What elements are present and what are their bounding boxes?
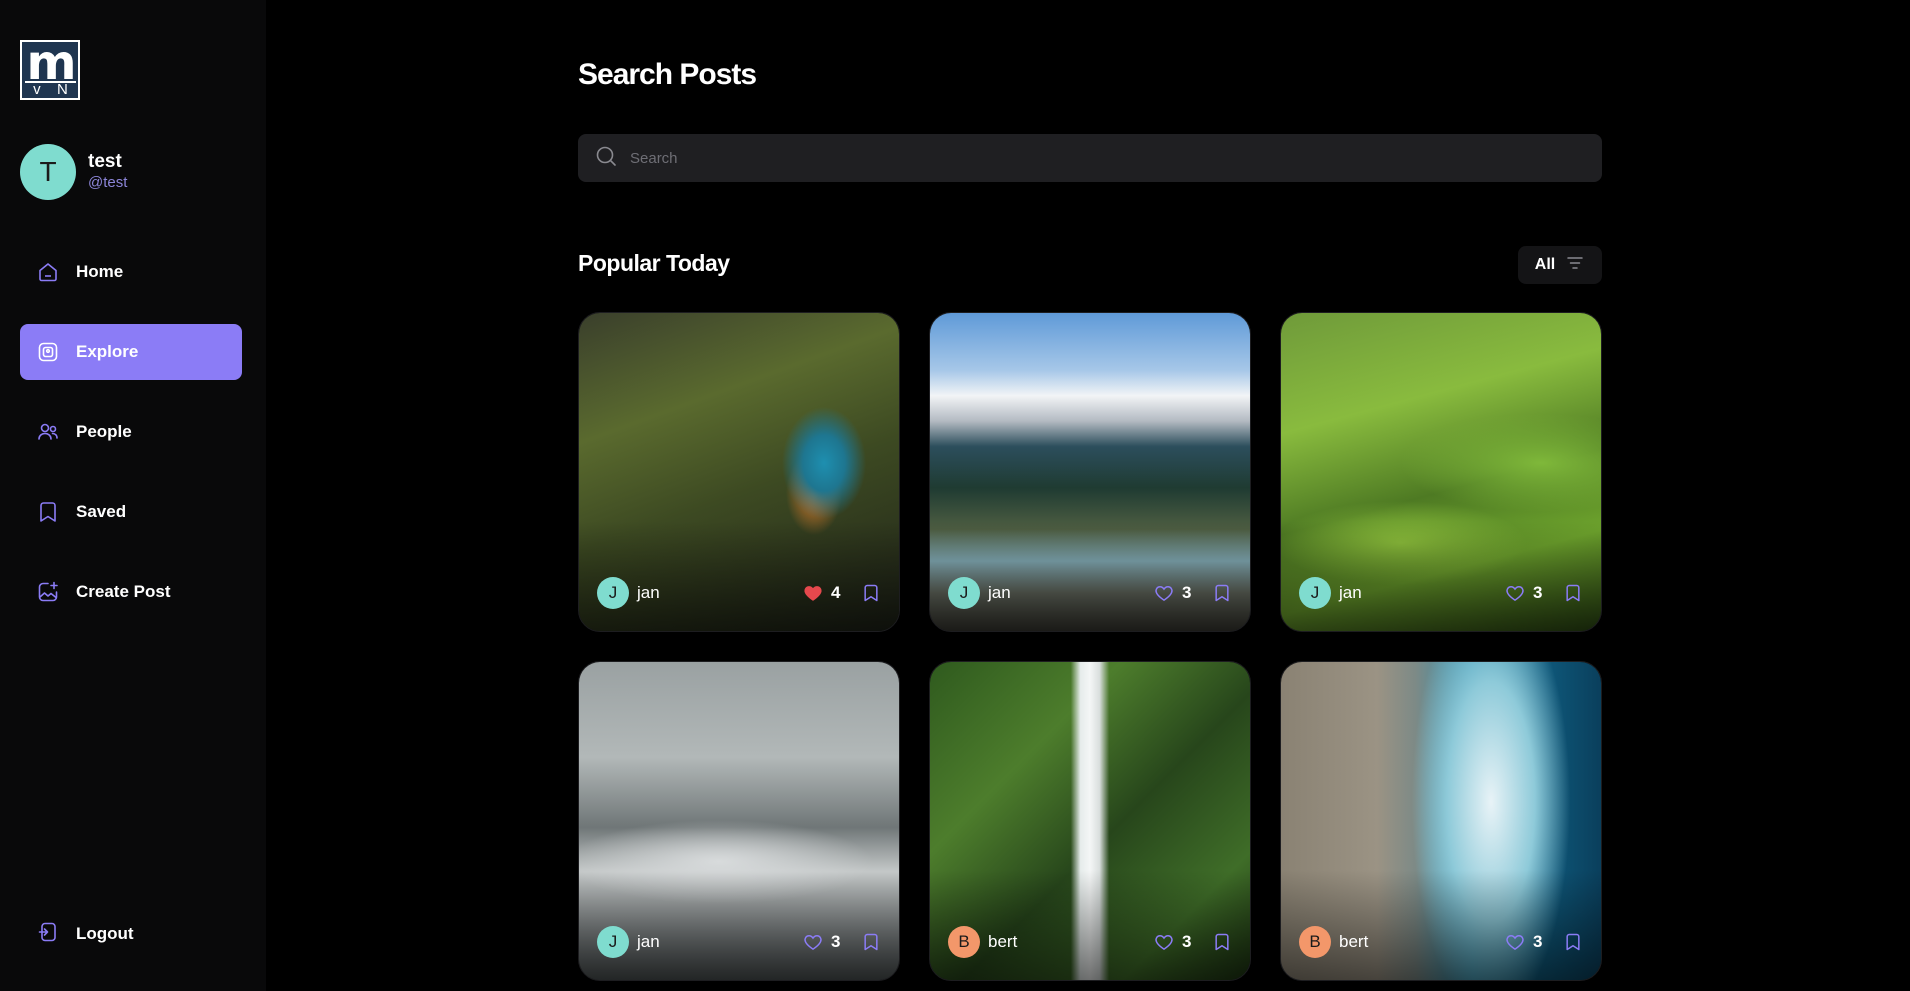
author-name[interactable]: jan — [1339, 583, 1362, 603]
like-count: 3 — [1182, 932, 1192, 951]
page-title: Search Posts — [578, 58, 757, 91]
like-count: 3 — [831, 932, 841, 951]
bookmark-icon[interactable] — [1563, 583, 1583, 603]
sidebar-item-label: Create Post — [76, 582, 171, 601]
logo-sub-left: v — [33, 81, 41, 98]
author-name[interactable]: jan — [637, 583, 660, 603]
post-footer: B bert 3 — [1299, 926, 1583, 958]
like-count: 3 — [1533, 583, 1543, 602]
post-shade — [579, 521, 899, 631]
sidebar-item-saved[interactable]: Saved — [20, 484, 242, 540]
author-name[interactable]: bert — [1339, 932, 1368, 952]
author-name[interactable]: jan — [637, 932, 660, 952]
logo-sub-right: N — [56, 81, 68, 98]
bookmark-icon[interactable] — [1212, 583, 1232, 603]
sidebar-item-create-post[interactable]: Create Post — [20, 564, 242, 620]
logout-button[interactable]: Logout — [20, 906, 242, 962]
app-logo[interactable]: m v N — [20, 35, 80, 100]
home-icon — [36, 260, 60, 284]
user-avatar: T — [20, 144, 76, 200]
heart-icon[interactable] — [1154, 932, 1174, 952]
explore-icon — [36, 340, 60, 364]
author-avatar[interactable]: J — [597, 926, 629, 958]
section-title: Popular Today — [578, 250, 730, 276]
post-footer: J jan 4 — [597, 577, 881, 609]
post-shade — [930, 870, 1250, 980]
filter-dropdown[interactable]: All — [1518, 246, 1602, 284]
sidebar-item-label: Saved — [76, 502, 127, 521]
logout-icon — [36, 920, 60, 949]
like-count: 3 — [1182, 583, 1192, 602]
sidebar-nav: Home Explore People Saved Create Post — [20, 244, 242, 644]
search-icon — [594, 144, 618, 173]
app-root: m v N T test @test Home Explore People S… — [0, 0, 1910, 991]
sidebar-item-explore[interactable]: Explore — [20, 324, 242, 380]
post-shade — [579, 870, 899, 980]
author-name[interactable]: jan — [988, 583, 1011, 603]
post-card[interactable]: J jan 3 — [1280, 312, 1602, 632]
author-name[interactable]: bert — [988, 932, 1017, 952]
search-bar — [578, 134, 1602, 182]
post-card[interactable]: B bert 3 — [1280, 661, 1602, 981]
post-shade — [930, 521, 1250, 631]
logo-sub: v N — [25, 81, 76, 97]
bookmark-icon[interactable] — [861, 932, 881, 952]
post-card[interactable]: J jan 3 — [929, 312, 1251, 632]
create-post-icon — [36, 580, 60, 604]
like-count: 3 — [1533, 932, 1543, 951]
post-card[interactable]: B bert 3 — [929, 661, 1251, 981]
post-footer: J jan 3 — [1299, 577, 1583, 609]
sidebar: m v N T test @test Home Explore People S… — [0, 0, 266, 991]
post-card[interactable]: J jan 3 — [578, 661, 900, 981]
post-shade — [1281, 870, 1601, 980]
bookmark-icon[interactable] — [861, 583, 881, 603]
bookmark-icon[interactable] — [1212, 932, 1232, 952]
user-name: test — [88, 151, 122, 172]
author-avatar[interactable]: J — [1299, 577, 1331, 609]
heart-icon[interactable] — [1505, 932, 1525, 952]
filter-label: All — [1534, 256, 1556, 273]
logout-label: Logout — [76, 924, 134, 943]
sidebar-item-people[interactable]: People — [20, 404, 242, 460]
sidebar-item-label: Home — [76, 262, 124, 281]
post-footer: J jan 3 — [597, 926, 881, 958]
user-handle: @test — [88, 174, 128, 191]
post-footer: J jan 3 — [948, 577, 1232, 609]
post-card[interactable]: J jan 4 — [578, 312, 900, 632]
post-shade — [1281, 521, 1601, 631]
logo-letter: m — [26, 35, 76, 91]
user-profile[interactable]: T test @test — [20, 144, 127, 200]
heart-filled-icon[interactable] — [803, 583, 823, 603]
people-icon — [36, 420, 60, 444]
heart-icon[interactable] — [1505, 583, 1525, 603]
sidebar-item-home[interactable]: Home — [20, 244, 242, 300]
like-count: 4 — [831, 583, 841, 602]
search-input[interactable] — [630, 149, 1602, 167]
post-footer: B bert 3 — [948, 926, 1232, 958]
bookmark-icon — [36, 500, 60, 524]
author-avatar[interactable]: J — [597, 577, 629, 609]
heart-icon[interactable] — [803, 932, 823, 952]
sidebar-item-label: People — [76, 422, 132, 441]
bookmark-icon[interactable] — [1563, 932, 1583, 952]
heart-icon[interactable] — [1154, 583, 1174, 603]
filter-icon — [1565, 253, 1585, 278]
user-info: test @test — [88, 151, 127, 193]
author-avatar[interactable]: B — [1299, 926, 1331, 958]
author-avatar[interactable]: J — [948, 577, 980, 609]
author-avatar[interactable]: B — [948, 926, 980, 958]
sidebar-item-label: Explore — [76, 342, 139, 361]
